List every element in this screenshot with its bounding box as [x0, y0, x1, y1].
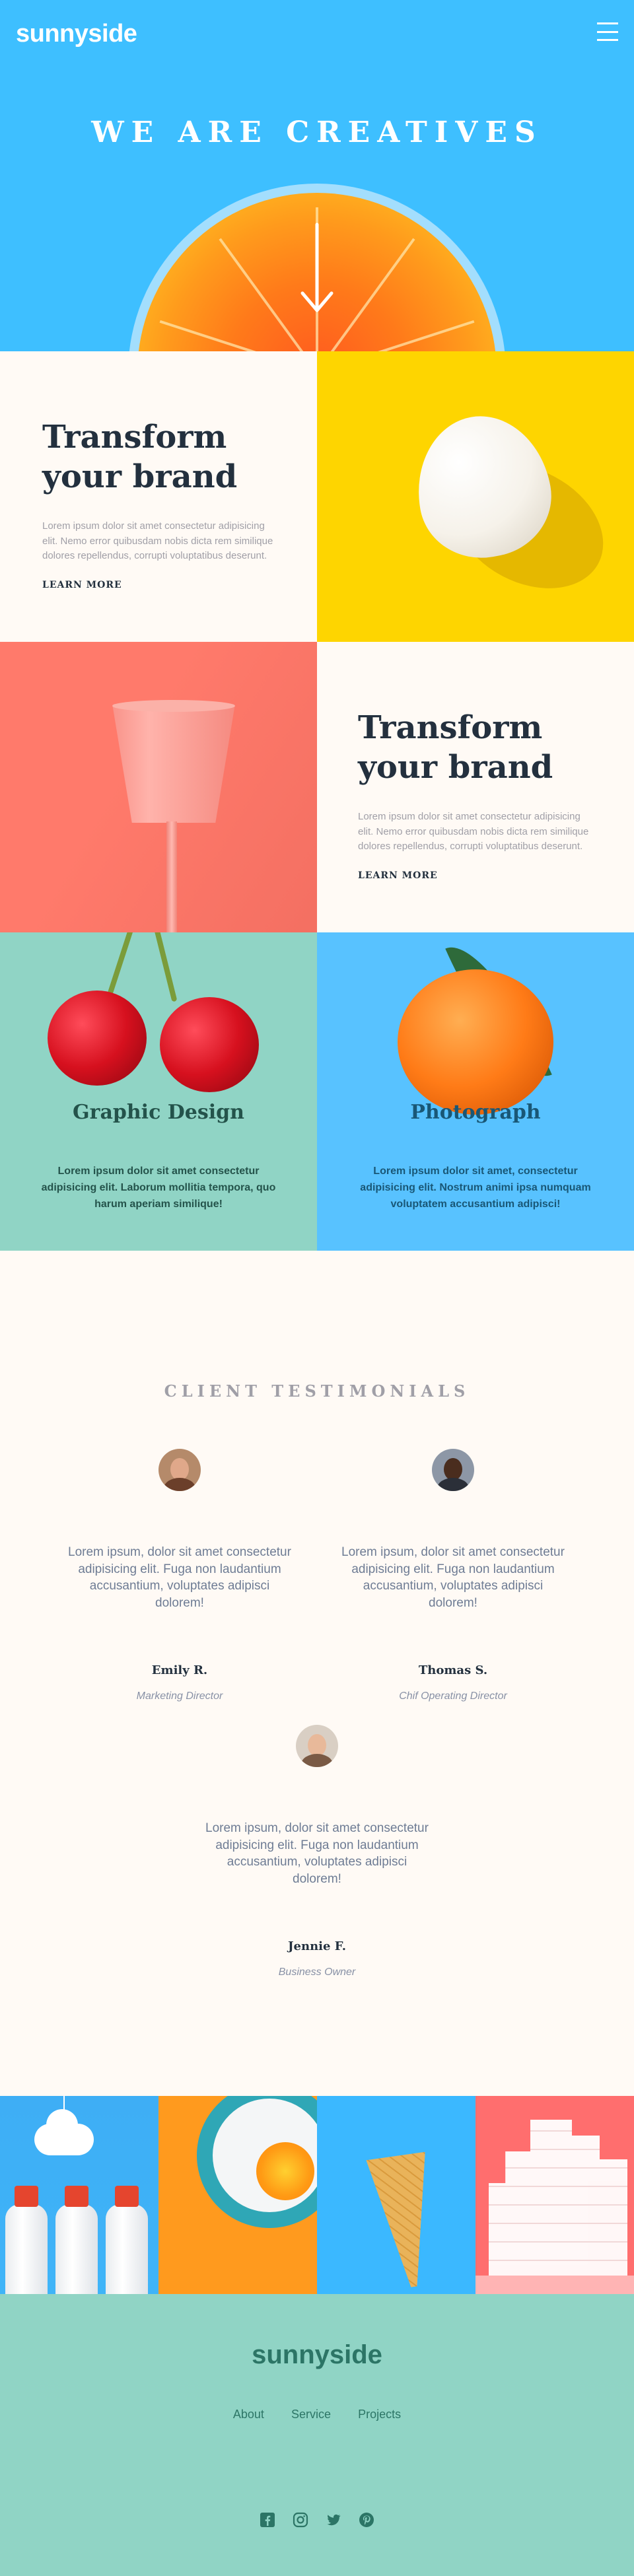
- footer-logo[interactable]: sunnyside: [0, 2340, 634, 2370]
- services-row: Graphic Design Lorem ipsum dolor sit ame…: [0, 932, 634, 1251]
- footer-link-about[interactable]: About: [233, 2408, 264, 2421]
- mandarin-image: [398, 969, 553, 1115]
- testimonial-name: Thomas S.: [418, 1663, 488, 1677]
- gallery-ice-cream-cone: [317, 2096, 476, 2294]
- testimonial-card: Lorem ipsum, dolor sit amet consectetur …: [321, 1449, 585, 1702]
- feature-row-1: Transform your brand Lorem ipsum dolor si…: [0, 351, 634, 642]
- footer: sunnyside About Service Projects: [0, 2294, 634, 2576]
- graphic-design-card: Graphic Design Lorem ipsum dolor sit ame…: [0, 932, 317, 1251]
- service-title: Graphic Design: [73, 1101, 244, 1124]
- feature-title: Transform your brand: [358, 709, 553, 786]
- testimonial-role: Business Owner: [278, 1966, 356, 1978]
- feature-body: Lorem ipsum dolor sit amet consectetur a…: [358, 811, 589, 852]
- twitter-icon[interactable]: [326, 2512, 341, 2528]
- testimonial-quote: Lorem ipsum, dolor sit amet consectetur …: [205, 1821, 429, 1886]
- footer-link-service[interactable]: Service: [291, 2408, 331, 2421]
- arrow-down-icon[interactable]: [299, 222, 335, 314]
- service-body: Lorem ipsum dolor sit amet, consectetur …: [360, 1166, 591, 1210]
- testimonial-card: Lorem ipsum, dolor sit amet consectetur …: [185, 1725, 449, 1978]
- feature-text-block: Transform your brand Lorem ipsum dolor si…: [317, 642, 634, 932]
- avatar: [432, 1449, 474, 1491]
- photography-card: Photograph Lorem ipsum dolor sit amet, c…: [317, 932, 634, 1251]
- gallery-sugar-cubes: [476, 2096, 634, 2294]
- feature-title: Transform your brand: [42, 419, 238, 495]
- learn-more-link[interactable]: LEARN MORE: [40, 580, 125, 590]
- site-logo[interactable]: sunnyside: [16, 20, 137, 48]
- footer-nav: About Service Projects: [0, 2408, 634, 2421]
- social-links: [0, 2512, 634, 2528]
- hero-section: sunnyside WE ARE CREATIVES: [0, 0, 634, 351]
- facebook-icon[interactable]: [260, 2512, 275, 2528]
- testimonial-role: Marketing Director: [136, 1690, 223, 1702]
- testimonial-role: Chif Operating Director: [399, 1690, 507, 1702]
- service-body: Lorem ipsum dolor sit amet consectetur a…: [41, 1166, 276, 1210]
- cherry-image: [48, 991, 147, 1086]
- testimonial-card: Lorem ipsum, dolor sit amet consectetur …: [48, 1449, 312, 1702]
- hamburger-menu-icon[interactable]: [597, 22, 618, 41]
- egg-image: [317, 351, 634, 642]
- footer-link-projects[interactable]: Projects: [358, 2408, 401, 2421]
- gallery-orange-plate: [158, 2096, 317, 2294]
- feature-text-block: Transform your brand Lorem ipsum dolor si…: [0, 351, 317, 642]
- gallery-milk-bottles: [0, 2096, 158, 2294]
- instagram-icon[interactable]: [293, 2512, 308, 2528]
- avatar: [158, 1449, 201, 1491]
- testimonial-name: Emily R.: [151, 1663, 208, 1677]
- service-title: Photograph: [410, 1101, 541, 1124]
- feature-row-2: Transform your brand Lorem ipsum dolor si…: [0, 642, 634, 932]
- testimonial-quote: Lorem ipsum, dolor sit amet consectetur …: [341, 1545, 565, 1610]
- feature-body: Lorem ipsum dolor sit amet consectetur a…: [42, 520, 273, 561]
- testimonial-name: Jennie F.: [288, 1939, 346, 1953]
- orange-segment: [159, 320, 318, 351]
- avatar: [296, 1725, 338, 1767]
- testimonials-heading: CLIENT TESTIMONIALS: [164, 1381, 470, 1401]
- testimonials-section: CLIENT TESTIMONIALS Lorem ipsum, dolor s…: [0, 1251, 634, 2096]
- pinterest-icon[interactable]: [359, 2512, 374, 2528]
- learn-more-link[interactable]: LEARN MORE: [355, 870, 440, 881]
- pink-glass-image: [0, 642, 317, 932]
- cherry-image: [160, 997, 259, 1092]
- gallery: [0, 2096, 634, 2294]
- testimonial-quote: Lorem ipsum, dolor sit amet consectetur …: [68, 1545, 291, 1610]
- hero-title: WE ARE CREATIVES: [91, 116, 543, 149]
- orange-segment: [316, 320, 475, 351]
